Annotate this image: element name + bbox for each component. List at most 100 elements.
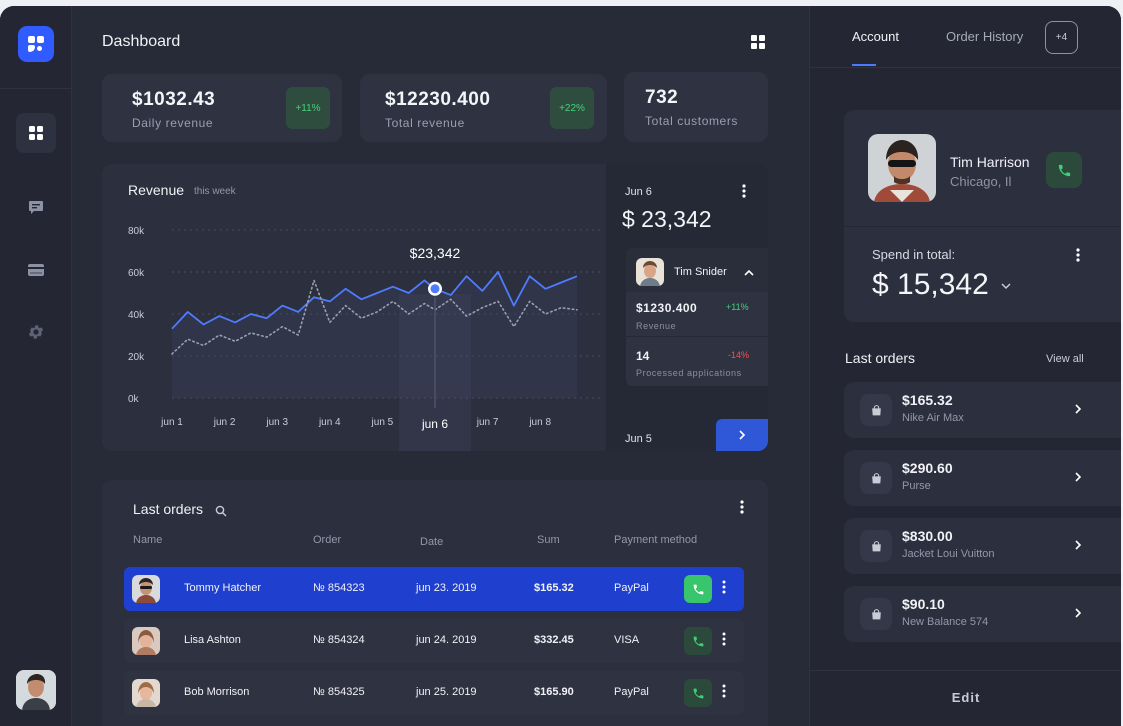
tab-account[interactable]: Account: [852, 29, 899, 44]
customer-avatar: [132, 575, 160, 603]
payment-method: PayPal: [614, 582, 649, 594]
x-tick-label: jun 2: [213, 417, 236, 428]
stat-card-total-revenue: $12230.400 Total revenue +22%: [360, 74, 607, 142]
next-button[interactable]: [716, 419, 768, 451]
summary-amount: $ 23,342: [622, 206, 712, 232]
last-orders-title: Last orders: [845, 350, 916, 366]
item-name: New Balance 574: [902, 616, 989, 628]
customer-photo: [868, 134, 936, 202]
message-icon: [29, 201, 43, 214]
order-number: № 854325: [313, 686, 365, 698]
customer-location: Chicago, Il: [950, 174, 1012, 189]
user-avatar[interactable]: [16, 670, 56, 710]
call-button[interactable]: [684, 679, 712, 707]
sidebar-item-settings[interactable]: [16, 312, 56, 352]
spend-amount: $ 15,342: [872, 268, 989, 301]
more-options-icon[interactable]: [1076, 248, 1080, 267]
divider: [626, 336, 768, 337]
chevron-down-icon: [1001, 283, 1011, 290]
x-tick-label: jun 3: [265, 417, 288, 428]
sidebar-item-messages[interactable]: [16, 187, 56, 227]
list-item[interactable]: $165.32 Nike Air Max: [844, 382, 1121, 438]
highlight-value-label: $23,342: [410, 245, 461, 261]
order-date: jun 23. 2019: [416, 582, 477, 594]
payment-method: VISA: [614, 634, 640, 646]
more-options-icon[interactable]: [742, 184, 746, 203]
spend-value[interactable]: $ 15,342: [872, 268, 1011, 302]
chevron-right-icon[interactable]: [1074, 470, 1082, 488]
person-revenue-change: +11%: [726, 302, 749, 312]
gear-icon: [28, 325, 44, 339]
stat-card-total-customers: 732 Total customers: [624, 72, 768, 142]
apps-grid-icon[interactable]: [751, 35, 765, 54]
customer-avatar: [132, 679, 160, 707]
chevron-right-icon[interactable]: [1074, 606, 1082, 624]
order-date: jun 24. 2019: [416, 634, 477, 646]
revenue-chart[interactable]: 80k 60k 40k 20k 0k $23,342 jun 1 jun 2 jun 3 jun …: [102, 164, 606, 451]
y-tick-label: 60k: [128, 268, 145, 279]
table-row[interactable]: Lisa Ashton № 854324 jun 24. 2019 $332.4…: [124, 619, 744, 663]
app-window: Dashboard $1032.43 Daily revenue +11% $1…: [0, 6, 1121, 726]
x-tick-label: jun 7: [476, 417, 499, 428]
call-customer-button[interactable]: [1046, 152, 1082, 188]
column-header-order[interactable]: Order: [313, 534, 341, 546]
active-tab-indicator: [852, 64, 876, 66]
view-all-link[interactable]: View all: [1046, 353, 1084, 365]
chevron-up-icon[interactable]: [744, 264, 754, 282]
list-item[interactable]: $830.00 Jacket Loui Vuitton: [844, 518, 1121, 574]
column-header-sum[interactable]: Sum: [537, 534, 560, 546]
stat-label: Daily revenue: [132, 116, 214, 130]
main-content: Dashboard $1032.43 Daily revenue +11% $1…: [72, 6, 809, 726]
chevron-right-icon[interactable]: [1074, 402, 1082, 420]
sidebar-divider: [0, 88, 72, 89]
item-price: $830.00: [902, 528, 953, 544]
order-date: jun 25. 2019: [416, 686, 477, 698]
list-item[interactable]: $290.60 Purse: [844, 450, 1121, 506]
table-row[interactable]: Bob Morrison № 854325 jun 25. 2019 $165.…: [124, 671, 744, 715]
sidebar-item-payments[interactable]: [16, 250, 56, 290]
last-orders-card: Last orders Name Order Date Sum Payment …: [102, 480, 768, 726]
customer-panel: Account Order History +4 Tim Harrison Ch…: [809, 6, 1121, 726]
item-name: Purse: [902, 480, 931, 492]
x-tick-label: jun 4: [318, 417, 341, 428]
stat-label: Total customers: [645, 114, 739, 128]
customer-name: Lisa Ashton: [184, 634, 241, 646]
more-options-icon[interactable]: [722, 684, 726, 703]
table-row[interactable]: Tommy Hatcher № 854323 jun 23. 2019 $165…: [124, 567, 744, 611]
more-options-icon[interactable]: [722, 632, 726, 651]
spend-label: Spend in total:: [872, 247, 956, 262]
more-options-icon[interactable]: [722, 580, 726, 599]
item-name: Nike Air Max: [902, 412, 964, 424]
sidebar-item-dashboard[interactable]: [16, 113, 56, 153]
customer-name: Tommy Hatcher: [184, 582, 262, 594]
person-name: Tim Snider: [674, 266, 727, 278]
y-tick-label: 40k: [128, 310, 145, 321]
stat-value: $12230.400: [385, 89, 491, 110]
list-item[interactable]: $90.10 New Balance 574: [844, 586, 1121, 642]
y-tick-label: 80k: [128, 226, 145, 237]
order-number: № 854324: [313, 634, 365, 646]
phone-icon: [692, 583, 705, 596]
payment-method: PayPal: [614, 686, 649, 698]
stat-change-badge: +22%: [550, 87, 594, 129]
x-tick-label: jun 1: [160, 417, 183, 428]
phone-icon: [692, 635, 705, 648]
column-header-name[interactable]: Name: [133, 534, 162, 546]
call-button[interactable]: [684, 627, 712, 655]
column-header-payment-method[interactable]: Payment method: [614, 534, 697, 546]
search-icon[interactable]: [215, 504, 227, 522]
more-options-icon[interactable]: [740, 500, 744, 519]
revenue-card: Revenue this week 80k 60k 40k 20k 0k $23,342 j…: [102, 164, 606, 451]
item-name: Jacket Loui Vuitton: [902, 548, 995, 560]
chevron-right-icon: [739, 430, 746, 440]
more-tabs-button[interactable]: +4: [1045, 21, 1078, 54]
processed-applications-value: 14: [636, 349, 650, 363]
tab-order-history[interactable]: Order History: [946, 29, 1023, 44]
chevron-right-icon[interactable]: [1074, 538, 1082, 556]
edit-button[interactable]: Edit: [810, 690, 1121, 705]
call-button[interactable]: [684, 575, 712, 603]
app-logo[interactable]: [18, 26, 54, 62]
processed-applications-change: -14%: [728, 350, 750, 360]
phone-icon: [1057, 163, 1072, 178]
column-header-date[interactable]: Date: [420, 536, 443, 548]
